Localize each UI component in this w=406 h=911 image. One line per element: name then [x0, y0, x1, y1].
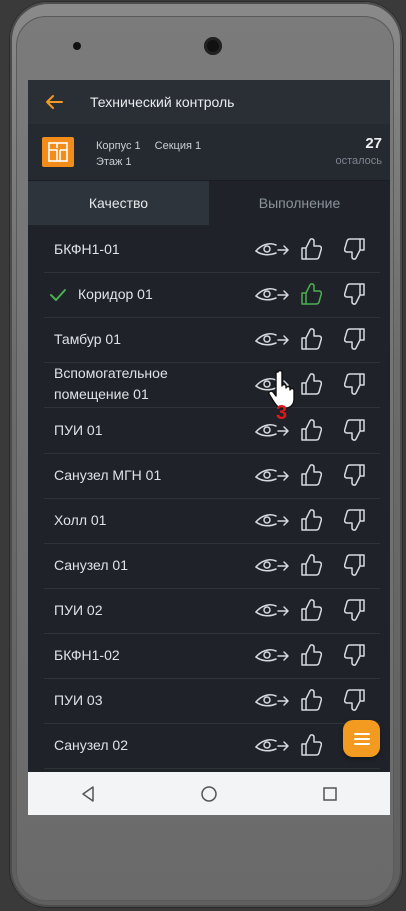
- section-label: Секция 1: [154, 140, 202, 152]
- remaining-count: 27: [365, 135, 382, 152]
- thumbs-up-icon[interactable]: [300, 733, 323, 757]
- list-item-label: Санузел 02: [54, 737, 128, 753]
- list-item[interactable]: Тамбур 01: [44, 317, 380, 363]
- list-item[interactable]: Санузел 02: [44, 723, 380, 769]
- list-item-label: БКФН1-02: [54, 647, 120, 663]
- eye-icon[interactable]: [254, 284, 290, 304]
- floor-label: Этаж 1: [96, 156, 132, 168]
- thumbs-up-icon[interactable]: [300, 553, 323, 577]
- thumbs-up-icon[interactable]: [300, 598, 323, 622]
- thumbs-up-icon[interactable]: [300, 418, 323, 442]
- thumbs-up-icon[interactable]: [300, 282, 323, 306]
- list-item-label: Холл 01: [54, 512, 107, 528]
- tab-quality[interactable]: Качество: [28, 181, 209, 225]
- menu-icon: [353, 732, 370, 745]
- list-item-label: ПУИ 03: [54, 692, 103, 708]
- list-item[interactable]: БКФН1-02: [44, 633, 380, 679]
- system-nav-bar: [28, 772, 390, 815]
- list-item-label: Вспомогательное помещение 01: [54, 365, 168, 402]
- thumbs-down-icon[interactable]: [343, 418, 366, 442]
- eye-icon[interactable]: [254, 690, 290, 710]
- thumbs-up-icon[interactable]: [300, 643, 323, 667]
- thumbs-up-icon[interactable]: [300, 372, 323, 396]
- eye-icon[interactable]: [254, 735, 290, 755]
- list-item[interactable]: Вспомогательное помещение 01: [44, 362, 380, 408]
- nav-recents-icon[interactable]: [310, 779, 350, 809]
- app-bar: Технический контроль: [28, 80, 390, 124]
- sensor-dot: [73, 42, 81, 50]
- back-arrow-icon[interactable]: [44, 92, 64, 112]
- thumbs-up-icon[interactable]: [300, 327, 323, 351]
- tab-execution[interactable]: Выполнение: [209, 181, 390, 225]
- building-label: Корпус 1: [96, 140, 141, 152]
- thumbs-down-icon[interactable]: [343, 688, 366, 712]
- front-camera: [204, 37, 222, 55]
- thumbs-down-icon[interactable]: [343, 372, 366, 396]
- object-info-panel: Корпус 1 Секция 1 Этаж 1 27 осталось: [28, 124, 390, 181]
- thumbs-up-icon[interactable]: [300, 237, 323, 261]
- thumbs-down-icon[interactable]: [343, 463, 366, 487]
- checkmark-icon: [48, 285, 68, 305]
- thumbs-down-icon[interactable]: [343, 237, 366, 261]
- list-item[interactable]: ПУИ 03: [44, 678, 380, 724]
- eye-icon[interactable]: [254, 510, 290, 530]
- thumbs-down-icon[interactable]: [343, 553, 366, 577]
- eye-icon[interactable]: [254, 465, 290, 485]
- list-item[interactable]: Санузел МГН 01: [44, 453, 380, 499]
- list-item[interactable]: Коридор 01: [44, 272, 380, 318]
- eye-icon[interactable]: [254, 329, 290, 349]
- menu-fab-button[interactable]: [343, 720, 380, 757]
- eye-icon[interactable]: [254, 555, 290, 575]
- list-item[interactable]: ПУИ 02: [44, 588, 380, 634]
- step-number: 3: [276, 402, 288, 424]
- thumbs-up-icon[interactable]: [300, 463, 323, 487]
- thumbs-down-icon[interactable]: [343, 598, 366, 622]
- list-item-label: Коридор 01: [78, 286, 153, 302]
- object-location: Корпус 1 Секция 1 Этаж 1: [96, 138, 215, 170]
- thumbs-up-icon[interactable]: [300, 688, 323, 712]
- nav-back-icon[interactable]: [68, 779, 108, 809]
- list-item[interactable]: БКФН1-01: [44, 227, 380, 273]
- remaining-label: осталось: [335, 155, 382, 167]
- thumbs-down-icon[interactable]: [343, 508, 366, 532]
- list-item-label: Тамбур 01: [54, 331, 121, 347]
- page-title: Технический контроль: [90, 94, 235, 110]
- thumbs-up-icon[interactable]: [300, 508, 323, 532]
- list-item-label: ПУИ 01: [54, 422, 103, 438]
- thumbs-down-icon[interactable]: [343, 643, 366, 667]
- eye-icon[interactable]: [254, 239, 290, 259]
- list-item[interactable]: ПУИ 01: [44, 408, 380, 454]
- thumbs-down-icon[interactable]: [343, 327, 366, 351]
- nav-home-icon[interactable]: [189, 779, 229, 809]
- tab-bar: Качество Выполнение: [28, 181, 390, 225]
- list-item-label: БКФН1-01: [54, 241, 120, 257]
- list-item[interactable]: Холл 01: [44, 498, 380, 544]
- list-item[interactable]: Санузел 01: [44, 543, 380, 589]
- eye-icon[interactable]: [254, 645, 290, 665]
- eye-icon[interactable]: [254, 600, 290, 620]
- thumbs-down-icon[interactable]: [343, 282, 366, 306]
- list-item-label: ПУИ 02: [54, 602, 103, 618]
- app-screen: Технический контроль Корпус 1 Секция 1 Эт…: [28, 80, 390, 815]
- list-item-label: Санузел МГН 01: [54, 467, 162, 483]
- list-item-label: Санузел 01: [54, 557, 128, 573]
- remaining-counter: 27 осталось: [335, 135, 382, 167]
- building-icon: [42, 137, 74, 167]
